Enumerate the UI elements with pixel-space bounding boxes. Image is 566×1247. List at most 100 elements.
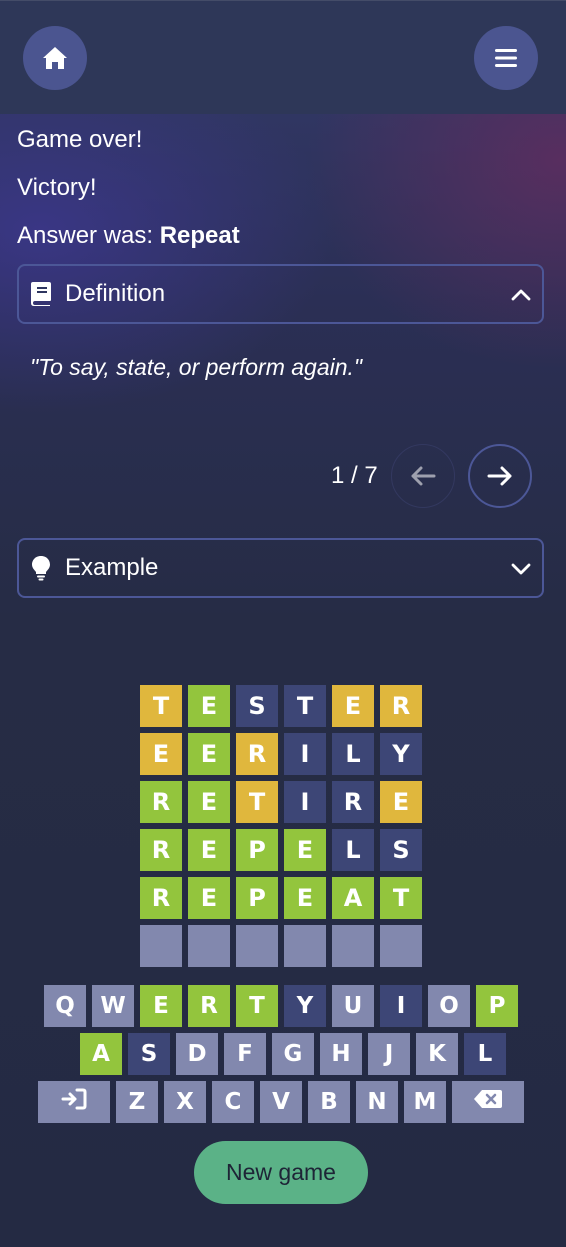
backspace-key[interactable] <box>452 1081 524 1123</box>
key-v[interactable]: V <box>260 1081 302 1123</box>
key-o[interactable]: O <box>428 985 470 1027</box>
arrow-right-icon <box>487 466 512 486</box>
key-x[interactable]: X <box>164 1081 206 1123</box>
board-tile: E <box>188 733 230 775</box>
board-row: EERILY <box>140 733 422 775</box>
board-tile: E <box>188 685 230 727</box>
board-row: REPEAT <box>140 877 422 919</box>
board-tile: R <box>140 781 182 823</box>
key-m[interactable]: M <box>404 1081 446 1123</box>
home-button[interactable] <box>23 26 87 90</box>
answer-prefix: Answer was: <box>17 222 160 249</box>
key-t[interactable]: T <box>236 985 278 1027</box>
chevron-down-icon <box>511 563 531 575</box>
board-tile: E <box>188 829 230 871</box>
board-tile: I <box>284 781 326 823</box>
board-tile <box>140 925 182 967</box>
board-tile <box>284 925 326 967</box>
board-tile: R <box>380 685 422 727</box>
key-i[interactable]: I <box>380 985 422 1027</box>
board-tile: A <box>332 877 374 919</box>
next-definition-button[interactable] <box>468 444 532 508</box>
key-j[interactable]: J <box>368 1033 410 1075</box>
board-tile: R <box>332 781 374 823</box>
key-d[interactable]: D <box>176 1033 218 1075</box>
board-tile: R <box>140 829 182 871</box>
board-row: REPELS <box>140 829 422 871</box>
board-row: RETIRE <box>140 781 422 823</box>
page-background: Game over! Victory! Answer was: Repeat D… <box>0 0 566 1247</box>
enter-icon <box>61 1088 87 1116</box>
menu-button[interactable] <box>474 26 538 90</box>
key-e[interactable]: E <box>140 985 182 1027</box>
game-over-text: Game over! <box>17 126 143 153</box>
book-icon <box>31 282 51 306</box>
example-label: Example <box>65 554 159 581</box>
board-tile: Y <box>380 733 422 775</box>
board-tile <box>332 925 374 967</box>
board-tile: E <box>140 733 182 775</box>
board-tile: P <box>236 829 278 871</box>
new-game-button[interactable]: New game <box>194 1141 368 1204</box>
backspace-icon <box>473 1089 503 1115</box>
lightbulb-icon <box>32 556 50 581</box>
keyboard-row-1: QWERTYUIOP <box>44 985 518 1027</box>
key-q[interactable]: Q <box>44 985 86 1027</box>
board-tile: S <box>236 685 278 727</box>
key-z[interactable]: Z <box>116 1081 158 1123</box>
board-tile: R <box>236 733 278 775</box>
key-n[interactable]: N <box>356 1081 398 1123</box>
answer-line: Answer was: Repeat <box>17 222 240 250</box>
key-b[interactable]: B <box>308 1081 350 1123</box>
keyboard-row-3: ZXCVBNM <box>38 1081 524 1123</box>
board-tile: E <box>188 877 230 919</box>
result-text: Victory! <box>17 174 97 201</box>
board-tile: R <box>140 877 182 919</box>
board-tile <box>380 925 422 967</box>
board-tile: T <box>140 685 182 727</box>
key-g[interactable]: G <box>272 1033 314 1075</box>
board-tile: E <box>332 685 374 727</box>
key-s[interactable]: S <box>128 1033 170 1075</box>
board-tile: T <box>284 685 326 727</box>
board-tile: L <box>332 829 374 871</box>
key-f[interactable]: F <box>224 1033 266 1075</box>
board-tile: I <box>284 733 326 775</box>
board-row: TESTER <box>140 685 422 727</box>
enter-key[interactable] <box>38 1081 110 1123</box>
home-icon <box>43 47 67 69</box>
hamburger-icon <box>495 49 517 67</box>
key-u[interactable]: U <box>332 985 374 1027</box>
key-l[interactable]: L <box>464 1033 506 1075</box>
top-bar <box>0 0 566 114</box>
board-tile <box>236 925 278 967</box>
board-tile: P <box>236 877 278 919</box>
board-tile: E <box>380 781 422 823</box>
answer-word: Repeat <box>159 222 240 249</box>
chevron-up-icon <box>511 289 531 301</box>
key-c[interactable]: C <box>212 1081 254 1123</box>
board-tile: L <box>332 733 374 775</box>
key-k[interactable]: K <box>416 1033 458 1075</box>
definition-accordion[interactable]: Definition <box>17 264 544 324</box>
board-tile: T <box>380 877 422 919</box>
key-h[interactable]: H <box>320 1033 362 1075</box>
definition-pager: 1 / 7 <box>331 462 378 489</box>
board-tile: E <box>188 781 230 823</box>
key-a[interactable]: A <box>80 1033 122 1075</box>
key-p[interactable]: P <box>476 985 518 1027</box>
board-tile: S <box>380 829 422 871</box>
key-y[interactable]: Y <box>284 985 326 1027</box>
keyboard-row-2: ASDFGHJKL <box>80 1033 506 1075</box>
key-r[interactable]: R <box>188 985 230 1027</box>
board-tile <box>188 925 230 967</box>
arrow-left-icon <box>411 466 436 486</box>
board-row <box>140 925 422 967</box>
board-tile: E <box>284 877 326 919</box>
guess-board: TESTEREERILYRETIREREPELSREPEAT <box>140 685 422 973</box>
board-tile: E <box>284 829 326 871</box>
board-tile: T <box>236 781 278 823</box>
example-accordion[interactable]: Example <box>17 538 544 598</box>
key-w[interactable]: W <box>92 985 134 1027</box>
previous-definition-button[interactable] <box>391 444 455 508</box>
